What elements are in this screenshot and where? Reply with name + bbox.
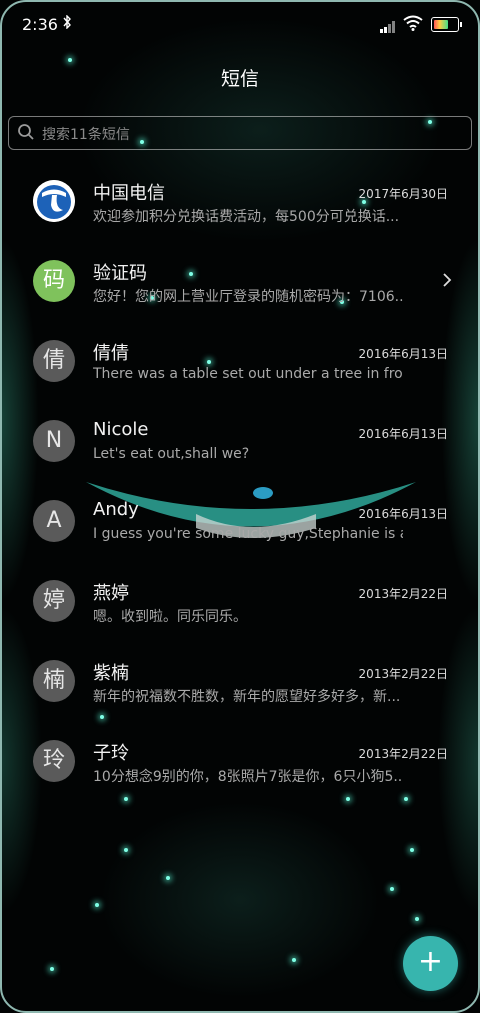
status-time: 2:36 bbox=[22, 15, 58, 34]
glow-dot bbox=[68, 58, 72, 62]
contact-name: 验证码 bbox=[93, 263, 147, 284]
message-preview: 您好！您的网上营业厅登录的随机密码为：7106... bbox=[93, 289, 403, 305]
message-preview: 10分想念9别的你，8张照片7张是你，6只小狗5... bbox=[93, 769, 403, 785]
glow-dot bbox=[50, 967, 54, 971]
search-input[interactable]: 搜索11条短信 bbox=[8, 116, 472, 150]
glow-dot bbox=[124, 848, 128, 852]
contact-name: 燕婷 bbox=[93, 583, 129, 604]
plus-icon: + bbox=[417, 944, 444, 979]
page-title: 短信 bbox=[220, 68, 259, 90]
glow-dot bbox=[410, 848, 414, 852]
conversation-item[interactable]: 楠 紫楠 2013年2月22日 新年的祝福数不胜数，新年的愿望好多好多，新... bbox=[0, 642, 480, 722]
contact-name: 中国电信 bbox=[93, 183, 165, 204]
avatar: N bbox=[33, 420, 75, 462]
contact-name: Nicole bbox=[93, 419, 149, 440]
avatar: 倩 bbox=[33, 340, 75, 382]
status-bar: 2:36 bbox=[0, 0, 480, 52]
message-preview: 嗯。收到啦。同乐同乐。 bbox=[93, 609, 247, 625]
message-date: 2013年2月22日 bbox=[358, 587, 448, 601]
battery-icon bbox=[431, 17, 462, 32]
conversation-item[interactable]: 倩 倩倩 2016年6月13日 There was a table set ou… bbox=[0, 322, 480, 402]
avatar: 码 bbox=[33, 260, 75, 302]
conversation-item[interactable]: N Nicole 2016年6月13日 Let's eat out,shall … bbox=[0, 402, 480, 482]
chevron-right-icon[interactable] bbox=[442, 272, 452, 292]
message-date: 2016年6月13日 bbox=[358, 427, 448, 441]
contact-name: Andy bbox=[93, 499, 139, 520]
contact-name: 紫楠 bbox=[93, 663, 129, 684]
search-icon bbox=[17, 123, 35, 145]
message-preview: 欢迎参加积分兑换话费活动，每500分可兑换话... bbox=[93, 209, 400, 225]
glow-dot bbox=[390, 887, 394, 891]
glow-dot bbox=[292, 958, 296, 962]
avatar: A bbox=[33, 500, 75, 542]
glow-dot bbox=[415, 917, 419, 921]
avatar: 楠 bbox=[33, 660, 75, 702]
avatar: 玲 bbox=[33, 740, 75, 782]
signal-icon bbox=[380, 18, 396, 37]
message-date: 2017年6月30日 bbox=[358, 187, 448, 201]
search-placeholder: 搜索11条短信 bbox=[42, 127, 130, 143]
glow-dot bbox=[166, 876, 170, 880]
china-telecom-logo-icon bbox=[33, 180, 75, 222]
contact-name: 子玲 bbox=[93, 743, 129, 764]
message-date: 2016年6月13日 bbox=[358, 507, 448, 521]
message-preview: There was a table set out under a tree i… bbox=[93, 366, 403, 382]
contact-name: 倩倩 bbox=[93, 343, 129, 364]
message-preview: I guess you're some lucky guy,Stephanie … bbox=[93, 526, 403, 542]
conversation-item[interactable]: 婷 燕婷 2013年2月22日 嗯。收到啦。同乐同乐。 bbox=[0, 562, 480, 642]
avatar: 婷 bbox=[33, 580, 75, 622]
conversation-item[interactable]: 玲 子玲 2013年2月22日 10分想念9别的你，8张照片7张是你，6只小狗5… bbox=[0, 722, 480, 802]
new-message-button[interactable]: + bbox=[403, 936, 458, 991]
message-preview: 新年的祝福数不胜数，新年的愿望好多好多，新... bbox=[93, 689, 401, 705]
conversation-item[interactable]: 码 验证码 您好！您的网上营业厅登录的随机密码为：7106... bbox=[0, 242, 480, 322]
conversation-item[interactable]: 中国电信 2017年6月30日 欢迎参加积分兑换话费活动，每500分可兑换话..… bbox=[0, 162, 480, 242]
message-date: 2013年2月22日 bbox=[358, 747, 448, 761]
message-preview: Let's eat out,shall we? bbox=[93, 446, 250, 462]
bluetooth-icon bbox=[62, 14, 72, 33]
message-date: 2013年2月22日 bbox=[358, 667, 448, 681]
wifi-icon bbox=[403, 15, 423, 35]
glow-dot bbox=[95, 903, 99, 907]
message-date: 2016年6月13日 bbox=[358, 347, 448, 361]
conversation-item[interactable]: A Andy 2016年6月13日 I guess you're some lu… bbox=[0, 482, 480, 562]
